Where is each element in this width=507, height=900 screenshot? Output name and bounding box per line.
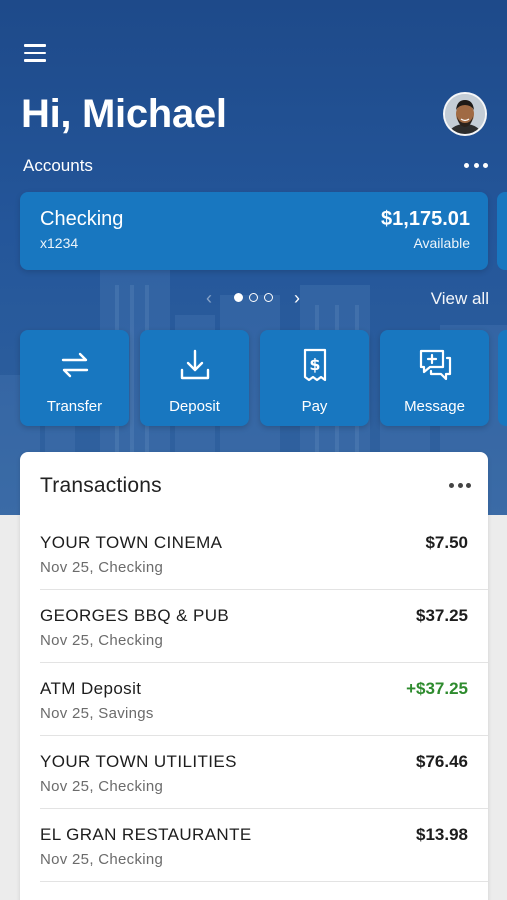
- transaction-merchant: GEORGES BBQ & PUB: [40, 606, 230, 625]
- deposit-download-icon: [180, 349, 210, 380]
- message-button[interactable]: Message: [380, 330, 489, 426]
- transactions-more-icon[interactable]: [449, 481, 471, 489]
- transaction-meta: Nov 25, Savings: [40, 705, 154, 722]
- transaction-amount: $76.46: [416, 752, 468, 771]
- transactions-title: Transactions: [40, 474, 162, 497]
- account-balance-label: Available: [413, 235, 470, 251]
- pager-dot-1[interactable]: [234, 293, 243, 302]
- transaction-amount: $13.98: [416, 825, 468, 844]
- transaction-row[interactable]: ATM Deposit Nov 25, Savings +$37.25: [20, 663, 488, 736]
- pay-bill-icon: $: [303, 348, 327, 382]
- transaction-row[interactable]: EL GRAN RESTAURANTE Nov 25, Checking $13…: [20, 809, 488, 882]
- transaction-amount: $7.50: [425, 533, 468, 552]
- transaction-merchant: YOUR TOWN CINEMA: [40, 533, 223, 552]
- transactions-card: Transactions YOUR TOWN CINEMA Nov 25, Ch…: [20, 452, 488, 900]
- account-card-checking[interactable]: Checking x1234 $1,175.01 Available: [20, 192, 488, 270]
- svg-text:$: $: [309, 355, 320, 374]
- pay-label: Pay: [301, 398, 328, 415]
- view-all-link[interactable]: View all: [431, 289, 489, 309]
- chevron-right-icon[interactable]: ›: [290, 288, 304, 308]
- chevron-left-icon[interactable]: ‹: [202, 288, 216, 308]
- transaction-amount: $37.25: [416, 606, 468, 625]
- account-balance: $1,175.01: [381, 208, 470, 230]
- next-account-card[interactable]: [497, 192, 507, 270]
- accounts-section-label: Accounts: [23, 156, 93, 175]
- transaction-amount-credit: +$37.25: [406, 679, 468, 698]
- account-number: x1234: [40, 235, 79, 251]
- transaction-merchant: EL GRAN RESTAURANTE: [40, 825, 252, 844]
- transaction-merchant: YOUR TOWN UTILITIES: [40, 752, 237, 771]
- transaction-merchant: ATM Deposit: [40, 679, 142, 698]
- pay-button[interactable]: $ Pay: [260, 330, 369, 426]
- transaction-meta: Nov 25, Checking: [40, 778, 164, 795]
- transaction-meta: Nov 25, Checking: [40, 632, 164, 649]
- hamburger-menu-icon[interactable]: [24, 44, 46, 64]
- accounts-more-icon[interactable]: [464, 158, 488, 172]
- transfer-label: Transfer: [46, 398, 103, 415]
- transaction-meta: Nov 25, Checking: [40, 559, 164, 576]
- transfer-button[interactable]: Transfer: [20, 330, 129, 426]
- row-divider: [40, 881, 488, 882]
- message-add-icon: [419, 349, 452, 381]
- message-label: Message: [404, 398, 465, 415]
- transfer-arrows-icon: [61, 352, 89, 378]
- account-name: Checking: [40, 208, 124, 230]
- transaction-meta: Nov 25, Checking: [40, 851, 164, 868]
- deposit-label: Deposit: [169, 398, 220, 415]
- deposit-button[interactable]: Deposit: [140, 330, 249, 426]
- next-action-button[interactable]: [498, 330, 507, 426]
- pager-dot-3[interactable]: [264, 293, 273, 302]
- user-avatar[interactable]: [443, 92, 487, 136]
- transaction-row[interactable]: YOUR TOWN UTILITIES Nov 25, Checking $76…: [20, 736, 488, 809]
- pager-dot-2[interactable]: [249, 293, 258, 302]
- greeting-title: Hi, Michael: [21, 92, 227, 136]
- transaction-row[interactable]: YOUR TOWN CINEMA Nov 25, Checking $7.50: [20, 517, 488, 590]
- transaction-row[interactable]: GEORGES BBQ & PUB Nov 25, Checking $37.2…: [20, 590, 488, 663]
- account-pager: ‹ ›: [200, 288, 310, 308]
